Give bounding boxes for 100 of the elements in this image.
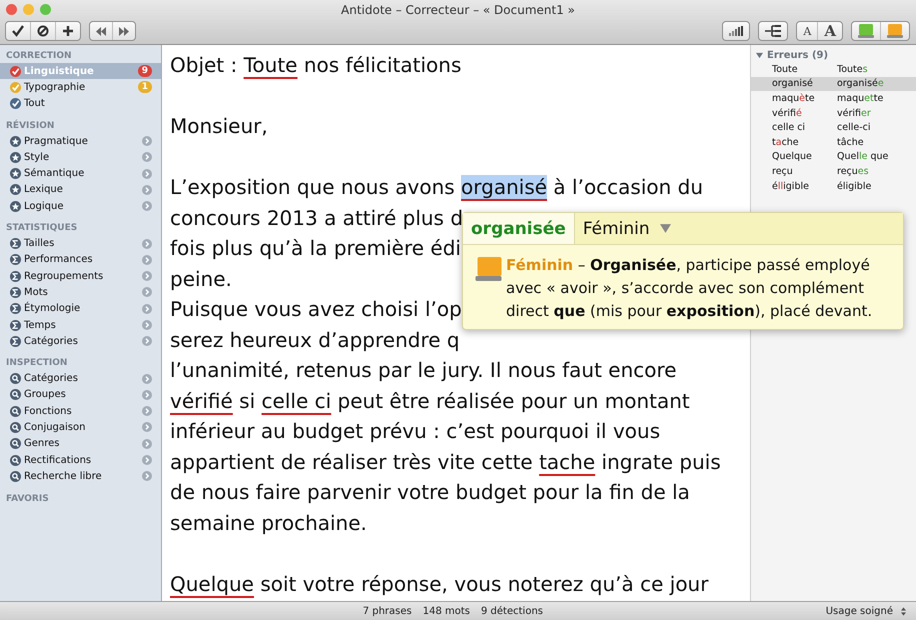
star-icon <box>10 152 21 163</box>
sidebar-item[interactable]: Linguistique 9 <box>0 63 161 80</box>
tree-icon <box>765 25 782 37</box>
error-row[interactable]: tache tâche <box>751 134 916 150</box>
document-text: peine. <box>170 266 232 290</box>
error-row[interactable]: organisé organisée <box>751 76 916 92</box>
sidebar-item[interactable]: Rectifications <box>0 452 161 468</box>
original-word: celle ci <box>772 122 806 134</box>
document-text: concours 2013 a attiré plus d <box>170 206 464 230</box>
sidebar-item[interactable]: Temps <box>0 316 161 334</box>
star-icon <box>10 168 21 180</box>
search-icon <box>10 438 21 450</box>
book-icon <box>858 24 874 38</box>
sidebar-item[interactable]: Typographie 1 <box>0 79 161 96</box>
error-row[interactable]: vérifié vérifier <box>751 106 916 120</box>
count-badge: 1 <box>138 81 152 94</box>
checkmark-icon <box>12 25 24 37</box>
document-text: L’exposition que nous avons <box>170 175 456 199</box>
sidebar-item[interactable]: Fonctions <box>0 403 161 420</box>
original-word: tache <box>772 136 800 148</box>
fast-forward-icon <box>119 26 129 36</box>
document-text: Puisque vous avez choisi l’op <box>170 297 462 321</box>
sidebar-item[interactable]: Catégories <box>0 333 161 350</box>
sentence-count: 7 phrases <box>362 606 412 616</box>
count-badge: 9 <box>138 65 152 78</box>
search-icon <box>10 373 21 384</box>
sigma-icon <box>10 320 21 330</box>
sidebar-item[interactable]: Performances <box>0 252 161 268</box>
caret-icon <box>660 224 671 233</box>
section-heading: FAVORIS <box>5 492 50 506</box>
sidebar-item[interactable]: Tout <box>0 96 161 112</box>
suggested-word: tâche <box>837 136 865 148</box>
sidebar-item[interactable]: Étymologie <box>0 300 161 317</box>
error-row[interactable]: Quelque Quelle que <box>751 150 916 164</box>
search-icon <box>10 389 21 400</box>
original-word: Toute <box>772 64 799 75</box>
sidebar-item[interactable]: Style <box>0 149 161 166</box>
error-row[interactable]: maquète maquette <box>751 91 916 106</box>
error-row[interactable]: élligible éligible <box>751 178 916 194</box>
document-text: soit votre réponse, vous noterez qu’à ce jour <box>259 572 708 596</box>
prohibited-icon <box>37 25 49 37</box>
larger-font-button[interactable]: A <box>817 22 842 40</box>
sidebar-item[interactable]: Logique <box>0 198 161 214</box>
document-text: Objet : <box>170 53 238 77</box>
sidebar-item[interactable]: Genres <box>0 436 161 452</box>
sigma-icon <box>10 336 21 347</box>
sigma-icon <box>10 270 21 282</box>
sidebar-item[interactable]: Conjugaison <box>0 419 161 436</box>
suggested-word: vérifier <box>837 108 872 119</box>
document-text: ingrate puis <box>600 450 721 474</box>
sidebar-item[interactable]: Sémantique <box>0 165 161 182</box>
sidebar-item[interactable]: Catégories <box>0 370 161 387</box>
sidebar-item[interactable]: Recherche libre <box>0 468 161 485</box>
usage-selector[interactable]: Usage soigné <box>826 606 916 616</box>
document-text: semaine prochaine. <box>170 510 367 534</box>
document-text: appartient de réaliser très vite cette <box>170 450 534 474</box>
book-icon <box>475 257 502 281</box>
original-word: élligible <box>772 180 810 192</box>
close-button[interactable] <box>6 4 17 15</box>
original-word: maquète <box>772 92 816 104</box>
flagged-word[interactable]: Quelque <box>170 572 254 596</box>
section-heading: CORRECTION <box>5 50 73 63</box>
flagged-word[interactable]: organisé <box>461 175 548 199</box>
document-text: l’unanimité, retenus par le jury. Il nous faut encore <box>170 358 677 382</box>
original-word: reçu <box>772 166 794 177</box>
book-icon <box>887 24 903 38</box>
flagged-word[interactable]: tache <box>539 450 596 474</box>
sidebar-item[interactable]: Regroupements <box>0 268 161 284</box>
word-count: 148 mots <box>422 606 470 616</box>
explanation-text: Féminin – Organisée, participe passé employé avec « avoir », s’accorde avec son complément direct que (mis pour exposition), placé devant. <box>505 255 874 322</box>
sidebar-item[interactable]: Lexique <box>0 182 161 198</box>
error-row[interactable]: Toute Toutes <box>751 62 916 77</box>
flagged-word[interactable]: Toute <box>244 53 298 77</box>
error-row[interactable]: celle ci celle-ci <box>751 120 916 135</box>
original-word: Quelque <box>772 151 813 162</box>
search-icon <box>10 454 21 466</box>
flagged-word[interactable]: vérifié <box>170 388 233 412</box>
sigma-icon <box>10 303 21 314</box>
flagged-word[interactable]: celle ci <box>262 388 332 412</box>
sidebar-item[interactable]: Tailles <box>0 235 161 252</box>
document-text: serez heureux d’apprendre q <box>170 328 460 352</box>
category-dropdown[interactable]: Féminin <box>574 213 679 244</box>
suggested-word: Quelle que <box>837 151 890 162</box>
section-heading: INSPECTION <box>5 357 68 370</box>
search-icon <box>10 470 21 482</box>
rewind-icon <box>96 26 106 36</box>
suggested-word: Toutes <box>837 64 869 75</box>
section-heading: RÉVISION <box>5 120 56 133</box>
smaller-font-button[interactable]: A <box>797 22 818 40</box>
sidebar-item[interactable]: Mots <box>0 284 161 301</box>
error-row[interactable]: reçu reçues <box>751 164 916 179</box>
sidebar-item[interactable]: Pragmatique <box>0 132 161 150</box>
up-down-arrows-icon <box>901 606 906 616</box>
document-text: si <box>238 388 256 412</box>
disclosure-triangle-icon[interactable] <box>756 52 763 58</box>
original-word: vérifié <box>772 108 803 119</box>
sidebar-item[interactable]: Groupes <box>0 386 161 404</box>
search-icon <box>10 406 21 417</box>
document-text: à l’occasion du <box>552 175 704 199</box>
document-text: nos félicitations <box>302 53 462 77</box>
